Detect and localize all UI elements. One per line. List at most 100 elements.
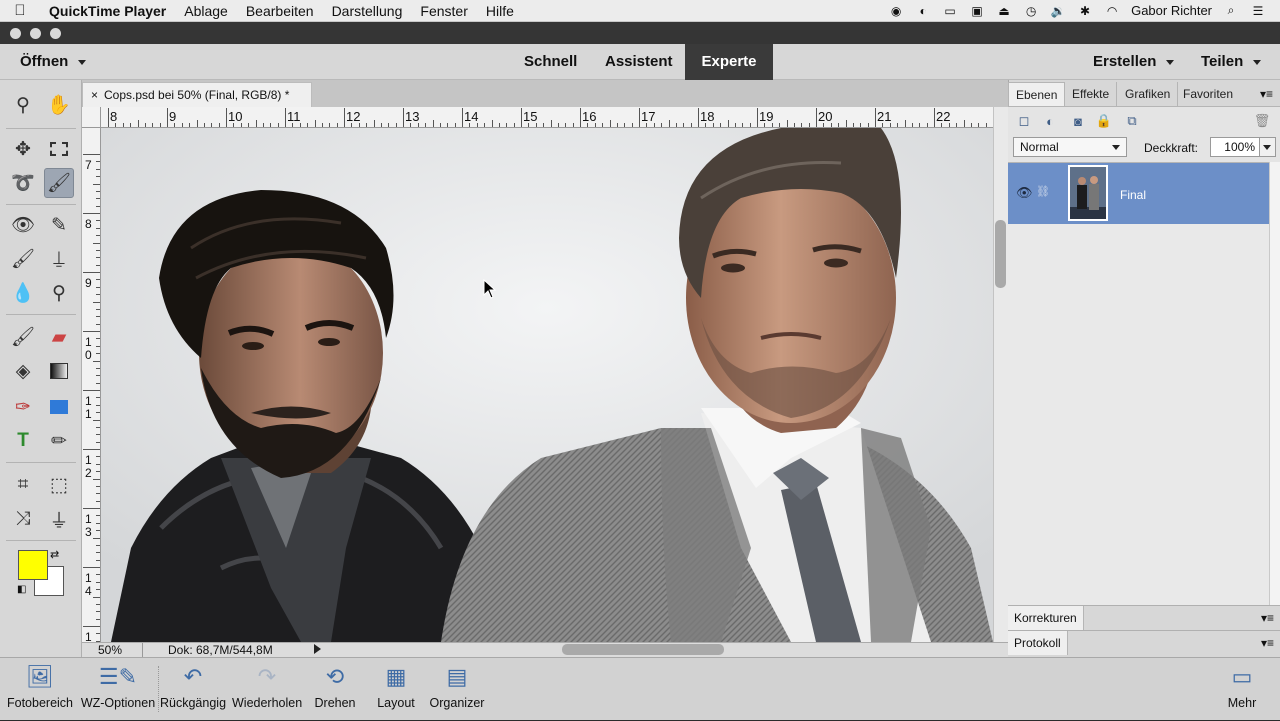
opacity-input[interactable]: 100% (1210, 137, 1260, 157)
tab-effekte[interactable]: Effekte (1065, 82, 1118, 106)
smart-brush-tool-icon[interactable]: 🖌 (8, 244, 38, 274)
bluetooth-icon[interactable]: ✱ (1077, 4, 1093, 18)
menu-darstellung[interactable]: Darstellung (323, 3, 412, 19)
tool-options-button[interactable]: ☰✎ WZ-Optionen (80, 658, 156, 721)
mode-bar: Öffnen Schnell Assistent Experte Erstell… (0, 44, 1280, 80)
layer-name[interactable]: Final (1120, 188, 1146, 202)
zoom-level[interactable]: 50% (98, 643, 122, 657)
panel-scrollbar[interactable] (1269, 162, 1280, 606)
zoom-window-button[interactable] (50, 28, 61, 39)
pencil-tool-icon[interactable]: ✏ (44, 426, 74, 456)
tab-korrekturen[interactable]: Korrekturen (1008, 606, 1084, 630)
tab-experte[interactable]: Experte (685, 44, 773, 80)
eraser-tool-icon[interactable]: ▰ (44, 322, 74, 352)
menu-ablage[interactable]: Ablage (175, 3, 237, 19)
panel-menu-icon[interactable]: ▾≡ (1261, 636, 1274, 650)
search-icon[interactable]: ⌕ (1223, 3, 1239, 18)
share-button[interactable]: Teilen (1201, 44, 1262, 80)
more-button[interactable]: ▭ Mehr (1222, 658, 1262, 721)
ruler-horizontal: 8 9 10 11 12 13 14 15 16 17 18 19 20 21 22 (101, 107, 993, 128)
healing-brush-tool-icon[interactable]: ✎ (44, 210, 74, 240)
document-tab[interactable]: × Cops.psd bei 50% (Final, RGB/8) * (82, 82, 312, 107)
red-eye-tool-icon[interactable]: 👁 (8, 210, 38, 240)
link-icon[interactable]: ⛓ (1036, 185, 1050, 198)
layer-mask-icon[interactable]: ◙ (1070, 113, 1086, 129)
content-aware-move-tool-icon[interactable]: ⤨ (8, 504, 38, 534)
shape-tool-icon[interactable] (44, 392, 74, 422)
organizer-button[interactable]: ▤ Organizer (428, 658, 486, 721)
ruler-origin[interactable] (82, 107, 101, 128)
ruler-label: 12 (346, 109, 361, 124)
swap-colors-icon[interactable]: ⇄ (50, 548, 59, 561)
move-tool-icon[interactable]: ✥ (8, 134, 38, 164)
volume-icon[interactable]: 🔉 (1050, 4, 1066, 18)
opacity-label: Deckkraft: (1144, 141, 1199, 155)
close-document-icon[interactable]: × (91, 88, 98, 102)
default-colors-icon[interactable]: ◧ (17, 584, 26, 595)
trash-icon[interactable]: 🗑 (1254, 113, 1271, 129)
brush-tool-icon[interactable]: 🖌 (8, 322, 38, 352)
time-machine-icon[interactable]: ◷ (1023, 4, 1039, 18)
ruler-label: 4 (85, 584, 92, 598)
eyedropper-tool-icon[interactable]: ✑ (8, 392, 38, 422)
vertical-scroll-thumb[interactable] (995, 220, 1006, 288)
close-window-button[interactable] (10, 28, 21, 39)
opacity-dropdown[interactable] (1260, 137, 1276, 157)
menu-hilfe[interactable]: Hilfe (477, 3, 523, 19)
text-tool-icon[interactable]: T (8, 426, 38, 456)
minimize-window-button[interactable] (30, 28, 41, 39)
panel-menu-icon[interactable]: ▾≡ (1260, 87, 1273, 101)
notification-center-icon[interactable]: ☰ (1250, 4, 1266, 18)
tab-schnell[interactable]: Schnell (510, 44, 591, 80)
blur-tool-icon[interactable]: 💧 (8, 278, 38, 308)
horizontal-scroll-thumb[interactable] (562, 644, 724, 655)
eye-icon[interactable]: 👁 (1016, 185, 1033, 201)
layout-button[interactable]: ▦ Layout (372, 658, 420, 721)
user-name[interactable]: Gabor Richter (1131, 3, 1212, 18)
lock-transparency-icon[interactable]: ⧉ (1124, 113, 1140, 129)
record-icon[interactable]: ◉ (888, 4, 904, 18)
crop-tool-icon[interactable]: ⌗ (8, 470, 38, 500)
quick-selection-tool-icon[interactable]: 🖌 (44, 168, 74, 198)
eject-icon[interactable]: ⏏ (996, 4, 1012, 18)
menu-fenster[interactable]: Fenster (411, 3, 476, 19)
lock-icon[interactable]: 🔒 (1096, 113, 1112, 129)
menu-bearbeiten[interactable]: Bearbeiten (237, 3, 323, 19)
image-canvas[interactable] (101, 128, 993, 642)
tab-favoriten[interactable]: Favoriten (1176, 82, 1240, 106)
vertical-scrollbar[interactable] (993, 107, 1008, 642)
create-button[interactable]: Erstellen (1093, 44, 1175, 80)
hand-tool-icon[interactable]: ✋ (44, 90, 74, 120)
photo-bin-button[interactable]: 🖼 Fotobereich (4, 658, 76, 721)
apple-icon[interactable]:  (0, 2, 40, 19)
lasso-tool-icon[interactable]: ➰ (8, 168, 38, 198)
ruler-label: 7 (85, 158, 92, 172)
menu-app[interactable]: QuickTime Player (40, 3, 175, 19)
paint-bucket-tool-icon[interactable]: ◈ (8, 356, 38, 386)
straighten-tool-icon[interactable]: ⏚ (44, 504, 74, 534)
moon-icon[interactable]: ◐ (915, 4, 931, 18)
app-status-icon[interactable]: ▣ (969, 4, 985, 18)
recompose-tool-icon[interactable]: ⬚ (44, 470, 74, 500)
tab-grafiken[interactable]: Grafiken (1118, 82, 1179, 106)
marquee-tool-icon[interactable] (44, 134, 74, 164)
panel-menu-icon[interactable]: ▾≡ (1261, 611, 1274, 625)
tab-protokoll[interactable]: Protokoll (1008, 631, 1068, 655)
new-layer-icon[interactable]: ◻ (1016, 113, 1032, 129)
sponge-tool-icon[interactable]: ⚲ (44, 278, 74, 308)
stamp-tool-icon[interactable]: ⍊ (44, 244, 74, 274)
redo-button[interactable]: ↷ Wiederholen (232, 658, 302, 721)
zoom-tool-icon[interactable]: ⚲ (8, 90, 38, 120)
document-title: Cops.psd bei 50% (Final, RGB/8) * (104, 88, 290, 102)
undo-button[interactable]: ↶ Rückgängig (160, 658, 226, 721)
display-icon[interactable]: ▭ (942, 4, 958, 18)
gradient-tool-icon[interactable] (44, 356, 74, 386)
adjustment-layer-icon[interactable]: ◐ (1042, 113, 1058, 129)
tab-assistent[interactable]: Assistent (591, 44, 687, 80)
wifi-icon[interactable]: ◠ (1104, 4, 1120, 18)
status-menu-arrow-icon[interactable] (314, 644, 321, 654)
tab-ebenen[interactable]: Ebenen (1008, 82, 1066, 106)
rotate-button[interactable]: ⟲ Drehen (310, 658, 360, 721)
open-button[interactable]: Öffnen (20, 44, 87, 80)
blend-mode-select[interactable]: Normal (1013, 137, 1127, 157)
